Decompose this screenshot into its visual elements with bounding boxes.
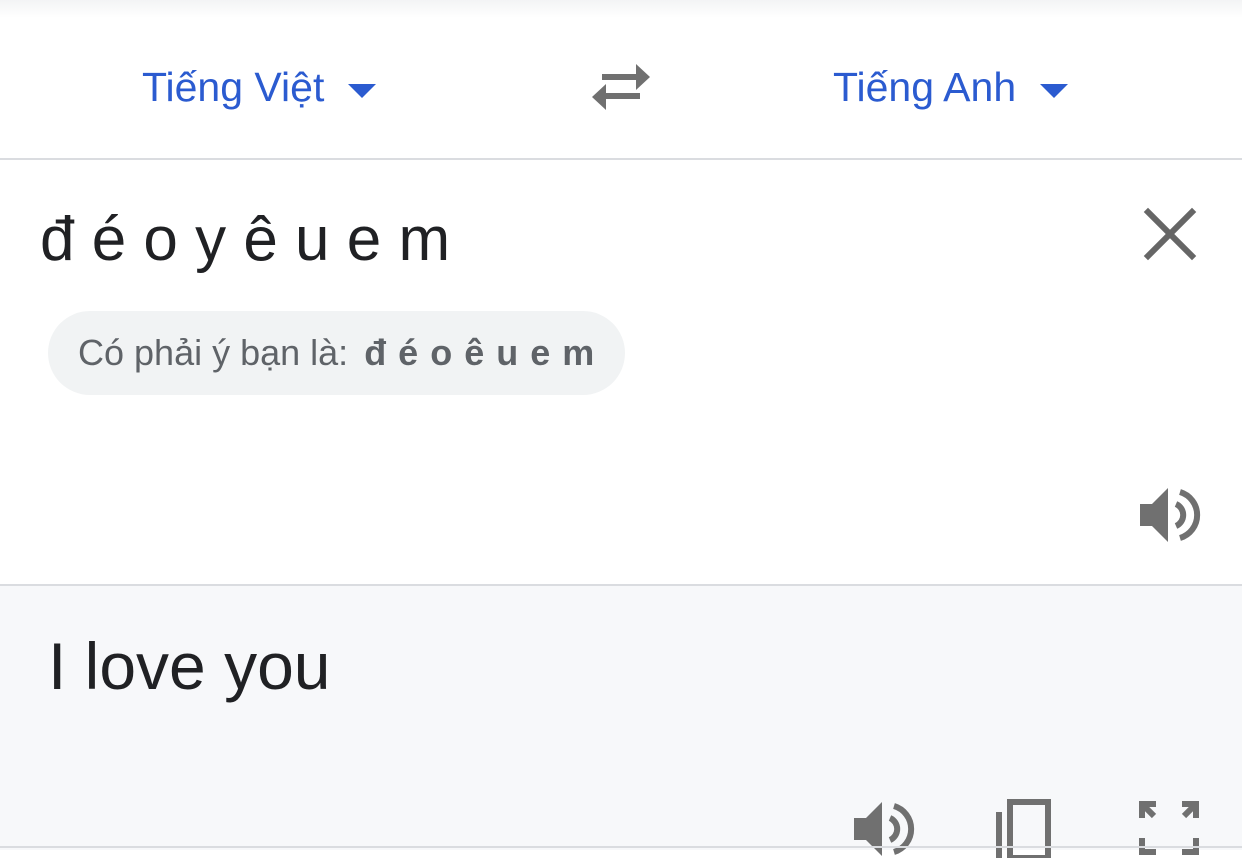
listen-source-button[interactable]	[1136, 484, 1202, 546]
copy-icon	[996, 799, 1051, 861]
target-panel: I love you	[0, 586, 1242, 861]
target-language-label: Tiếng Anh	[833, 63, 1017, 110]
language-bar: Tiếng Việt Tiếng Anh	[0, 18, 1242, 160]
fullscreen-button[interactable]	[1136, 798, 1202, 858]
translation-output: I love you	[48, 629, 331, 703]
source-language-label: Tiếng Việt	[142, 63, 325, 110]
top-shadow	[0, 0, 1242, 19]
chevron-down-icon	[348, 84, 377, 98]
source-panel: đ é o y ê u e m Có phải ý bạn là: đ é o …	[0, 160, 1242, 586]
swap-arrows-icon	[592, 64, 650, 110]
close-icon	[1143, 207, 1197, 261]
did-you-mean-suggestion[interactable]: Có phải ý bạn là: đ é o ê u e m	[48, 311, 626, 395]
copy-button[interactable]	[994, 798, 1060, 861]
swap-languages-button[interactable]	[588, 62, 654, 112]
target-language-selector[interactable]: Tiếng Anh	[833, 62, 1069, 112]
speaker-icon	[1140, 488, 1201, 542]
suggestion-value: đ é o ê u e m	[364, 332, 596, 373]
speaker-icon	[854, 802, 915, 856]
chevron-down-icon	[1040, 84, 1069, 98]
suggestion-prefix: Có phải ý bạn là:	[78, 332, 349, 373]
bottom-divider	[0, 846, 1242, 848]
listen-target-button[interactable]	[850, 798, 916, 858]
source-text-input[interactable]: đ é o y ê u e m	[40, 204, 450, 275]
source-language-selector[interactable]: Tiếng Việt	[142, 62, 377, 112]
clear-button[interactable]	[1142, 206, 1198, 262]
fullscreen-icon	[1139, 801, 1199, 855]
